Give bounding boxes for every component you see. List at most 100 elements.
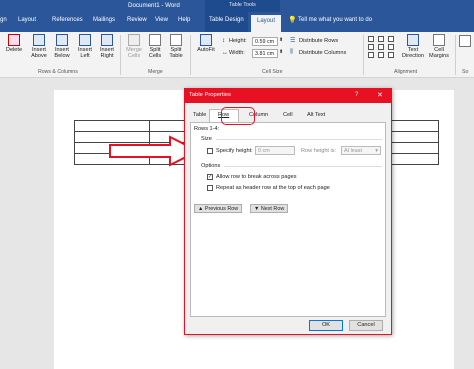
alignment-grid[interactable] bbox=[368, 36, 398, 58]
height-spinner-icon[interactable]: ⬍ bbox=[279, 37, 283, 43]
insert-right-label-2: Right bbox=[100, 53, 114, 60]
insert-left-icon bbox=[79, 34, 91, 46]
size-section-label: Size bbox=[201, 136, 212, 142]
tab-help[interactable]: Help bbox=[178, 17, 190, 23]
table-border-line bbox=[438, 120, 439, 164]
align-top-center-icon[interactable] bbox=[378, 36, 384, 42]
row-height-field[interactable]: 0.59 cm bbox=[252, 37, 278, 46]
help-button[interactable]: ? bbox=[355, 92, 358, 98]
align-top-left-icon[interactable] bbox=[368, 36, 374, 42]
split-table-icon bbox=[170, 34, 182, 46]
ribbon-layout-panel: Delete Insert Above Insert Below Insert … bbox=[0, 32, 474, 78]
row-height-input[interactable]: 0 cm bbox=[255, 146, 295, 155]
align-top-right-icon[interactable] bbox=[388, 36, 394, 42]
lightbulb-icon: 💡 bbox=[288, 17, 297, 24]
sort-icon[interactable] bbox=[459, 35, 471, 47]
tab-cell[interactable]: Cell bbox=[283, 112, 293, 118]
tab-table-design[interactable]: Table Design bbox=[205, 12, 248, 32]
options-section-label: Options bbox=[201, 163, 221, 169]
width-label: Width: bbox=[229, 50, 245, 56]
row-height-rule-value: At least bbox=[344, 148, 362, 154]
group-divider bbox=[363, 35, 364, 75]
distribute-columns-icon: ⫼ bbox=[290, 49, 293, 55]
next-row-label: Next Row bbox=[260, 206, 285, 212]
height-label: Height: bbox=[229, 38, 247, 44]
align-bottom-left-icon[interactable] bbox=[368, 52, 374, 58]
tab-view[interactable]: View bbox=[155, 17, 168, 23]
group-sort-label: So bbox=[462, 69, 469, 75]
autofit-icon bbox=[200, 34, 212, 46]
repeat-header-label: Repeat as header row at the top of each … bbox=[216, 185, 330, 191]
width-spinner-icon[interactable]: ⬍ bbox=[279, 49, 283, 55]
distribute-columns-button[interactable]: Distribute Columns bbox=[299, 50, 346, 56]
tab-mailings[interactable]: Mailings bbox=[93, 17, 115, 23]
cell-margins-icon bbox=[433, 34, 445, 46]
delete-button[interactable]: Delete bbox=[4, 34, 24, 53]
previous-row-label: Previous Row bbox=[204, 206, 239, 212]
tab-table-layout[interactable]: Layout bbox=[251, 15, 282, 32]
align-middle-left-icon[interactable] bbox=[368, 44, 374, 50]
title-bar: Document1 - Word Table Tools bbox=[0, 0, 474, 12]
width-icon: ↔ bbox=[222, 50, 228, 56]
arrow-down-icon: ▼ bbox=[254, 206, 260, 212]
row-tab-panel: Rows 1-4: Size Specify height: 0 cm Row … bbox=[190, 122, 386, 317]
insert-right-button[interactable]: Insert Right bbox=[97, 34, 117, 60]
split-cells-icon bbox=[149, 34, 161, 46]
row-tab-highlight-circle bbox=[221, 107, 255, 125]
group-rows-columns-label: Rows & Columns bbox=[38, 69, 78, 75]
merge-cells-button[interactable]: Merge Cells bbox=[124, 34, 144, 60]
merge-cells-icon bbox=[128, 34, 140, 46]
table-border-line bbox=[74, 120, 75, 164]
height-icon: ↕ bbox=[222, 38, 225, 44]
insert-above-button[interactable]: Insert Above bbox=[29, 34, 49, 60]
tab-layout[interactable]: Layout bbox=[18, 17, 36, 23]
chevron-down-icon: ▾ bbox=[375, 148, 378, 154]
insert-right-icon bbox=[101, 34, 113, 46]
distribute-rows-button[interactable]: Distribute Rows bbox=[299, 38, 338, 44]
specify-height-checkbox[interactable] bbox=[207, 148, 213, 154]
text-direction-label-2: Direction bbox=[401, 53, 425, 60]
table-properties-dialog: Table Properties ? ✕ Table Row Column Ce… bbox=[184, 88, 392, 335]
tab-review[interactable]: Review bbox=[127, 17, 147, 23]
insert-below-label-2: Below bbox=[54, 53, 70, 60]
next-row-button[interactable]: ▼ Next Row bbox=[250, 204, 289, 213]
group-merge-label: Merge bbox=[148, 69, 163, 75]
split-cells-button[interactable]: Split Cells bbox=[145, 34, 165, 60]
tab-references[interactable]: References bbox=[52, 17, 83, 23]
section-divider bbox=[224, 166, 382, 167]
delete-table-icon bbox=[8, 34, 20, 46]
ribbon-tabs: gn Layout References Mailings Review Vie… bbox=[0, 12, 474, 32]
text-direction-button[interactable]: Text Direction bbox=[401, 34, 425, 60]
row-height-rule-select[interactable]: At least ▾ bbox=[341, 146, 381, 155]
autofit-button[interactable]: AutoFit bbox=[194, 34, 218, 53]
repeat-header-checkbox[interactable] bbox=[207, 185, 213, 191]
allow-break-checkbox[interactable]: ✓ bbox=[207, 174, 213, 180]
cell-margins-button[interactable]: Cell Margins bbox=[427, 34, 451, 60]
document-title: Document1 - Word bbox=[128, 2, 180, 9]
dialog-title: Table Properties bbox=[189, 92, 231, 98]
specify-height-label: Specify height: bbox=[216, 148, 253, 154]
column-width-field[interactable]: 3.81 cm bbox=[252, 49, 278, 58]
previous-row-button[interactable]: ▲ Previous Row bbox=[194, 204, 243, 213]
align-bottom-right-icon[interactable] bbox=[388, 52, 394, 58]
distribute-rows-icon: ☰ bbox=[290, 38, 296, 44]
insert-below-button[interactable]: Insert Below bbox=[52, 34, 72, 60]
section-divider bbox=[216, 139, 382, 140]
align-bottom-center-icon[interactable] bbox=[378, 52, 384, 58]
align-center-icon[interactable] bbox=[378, 44, 384, 50]
tab-alt-text[interactable]: Alt Text bbox=[307, 112, 325, 118]
close-icon[interactable]: ✕ bbox=[377, 91, 383, 99]
tab-table[interactable]: Table bbox=[193, 112, 206, 118]
ok-button[interactable]: OK bbox=[309, 320, 343, 331]
tell-me-search[interactable]: Tell me what you want to do bbox=[298, 17, 372, 23]
align-middle-right-icon[interactable] bbox=[388, 44, 394, 50]
arrow-up-icon: ▲ bbox=[198, 206, 204, 212]
group-divider bbox=[455, 35, 456, 75]
insert-left-button[interactable]: Insert Left bbox=[75, 34, 95, 60]
tab-design-partial[interactable]: gn bbox=[0, 17, 7, 23]
allow-break-label: Allow row to break across pages bbox=[216, 174, 297, 180]
insert-above-label-2: Above bbox=[31, 53, 47, 60]
cancel-button[interactable]: Cancel bbox=[349, 320, 383, 331]
split-table-button[interactable]: Split Table bbox=[166, 34, 186, 60]
dialog-title-bar: Table Properties ? ✕ bbox=[185, 89, 391, 103]
